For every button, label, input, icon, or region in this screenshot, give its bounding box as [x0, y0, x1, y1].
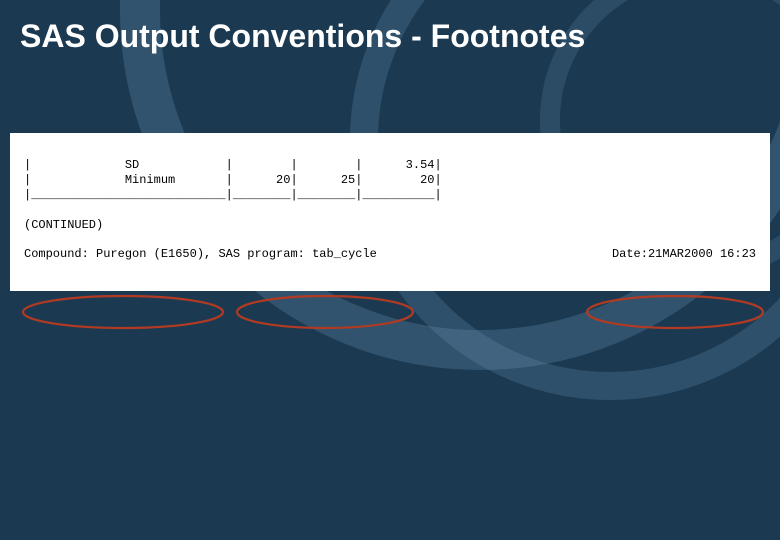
continued-indicator: (CONTINUED) [24, 218, 103, 232]
date-value: 21MAR2000 16:23 [648, 247, 756, 261]
annotation-ellipse-compound [18, 292, 228, 332]
annotation-ellipse-date [580, 292, 770, 332]
sas-output-panel: | SD | | | 3.54| | Minimum | 20| 25| 20|… [10, 133, 770, 291]
compound-label: Compound: [24, 247, 89, 261]
footnote-line: Compound: Puregon (E1650), SAS program: … [24, 247, 756, 262]
program-label: SAS program: [218, 247, 304, 261]
footnote-right: Date:21MAR2000 16:23 [612, 247, 756, 262]
page-title: SAS Output Conventions - Footnotes [0, 0, 780, 63]
table-row: | SD | | | 3.54| [24, 158, 442, 172]
date-label: Date: [612, 247, 648, 261]
table-separator: |___________________________|________|__… [24, 188, 442, 202]
footnote-left: Compound: Puregon (E1650), SAS program: … [24, 247, 377, 262]
program-value: tab_cycle [312, 247, 377, 261]
annotation-ellipse-program [230, 292, 420, 332]
table-row: | Minimum | 20| 25| 20| [24, 173, 442, 187]
compound-value: Puregon (E1650), [96, 247, 211, 261]
